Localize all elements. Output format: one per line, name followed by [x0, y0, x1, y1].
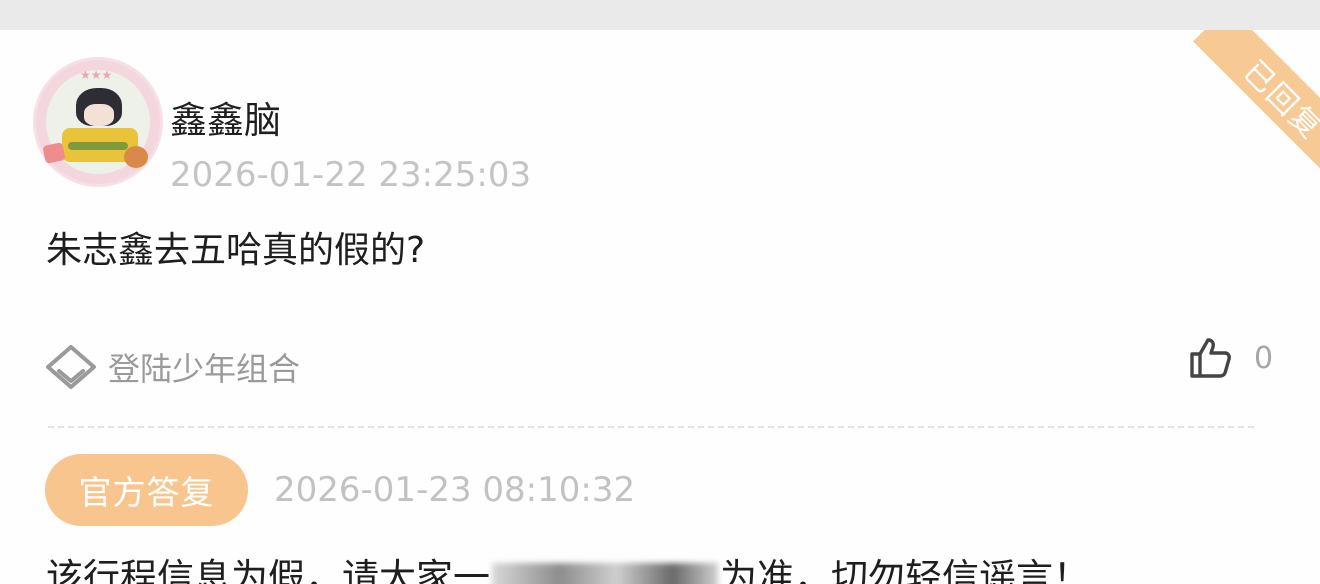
- like-count: 0: [1254, 340, 1274, 376]
- divider: [48, 426, 1254, 428]
- diamond-outline-icon: [46, 345, 96, 389]
- topic-tag[interactable]: 登陆少年组合: [44, 343, 300, 391]
- official-reply-badge-label: 官方答复: [78, 473, 215, 512]
- page: 已回复 ★★★ 鑫鑫脑 2026-01-22 23:25:03 朱志鑫去五哈真的…: [0, 0, 1320, 584]
- official-reply-badge: 官方答复: [45, 454, 248, 526]
- reply-timestamp: 2026-01-23 08:10:32: [274, 470, 636, 510]
- avatar[interactable]: ★★★: [36, 60, 160, 184]
- avatar-pumpkin-decoration: [124, 146, 148, 168]
- post-timestamp: 2026-01-22 23:25:03: [170, 155, 532, 195]
- top-strip: [0, 0, 1320, 30]
- replied-ribbon-label: 已回复: [1236, 54, 1320, 147]
- blurred-watermark: [492, 562, 718, 584]
- avatar-stars-decoration: ★★★: [80, 68, 113, 82]
- reply-text: 该行程信息为假，请大家一 为准，切勿轻信谣言！: [46, 552, 1090, 584]
- reply-text-start: 该行程信息为假，请大家一: [46, 556, 490, 584]
- topic-tag-label: 登陆少年组合: [108, 350, 301, 388]
- avatar-heart-decoration: [42, 142, 66, 164]
- reply-text-end: 为准，切勿轻信谣言！: [720, 556, 1090, 584]
- question-text: 朱志鑫去五哈真的假的?: [46, 230, 426, 271]
- thumbs-up-icon: [1190, 338, 1231, 378]
- author-name[interactable]: 鑫鑫脑: [170, 96, 281, 146]
- replied-ribbon: 已回复: [1193, 30, 1320, 190]
- like-button[interactable]: 0: [1188, 336, 1273, 380]
- question-card: 已回复 ★★★ 鑫鑫脑 2026-01-22 23:25:03 朱志鑫去五哈真的…: [0, 30, 1320, 584]
